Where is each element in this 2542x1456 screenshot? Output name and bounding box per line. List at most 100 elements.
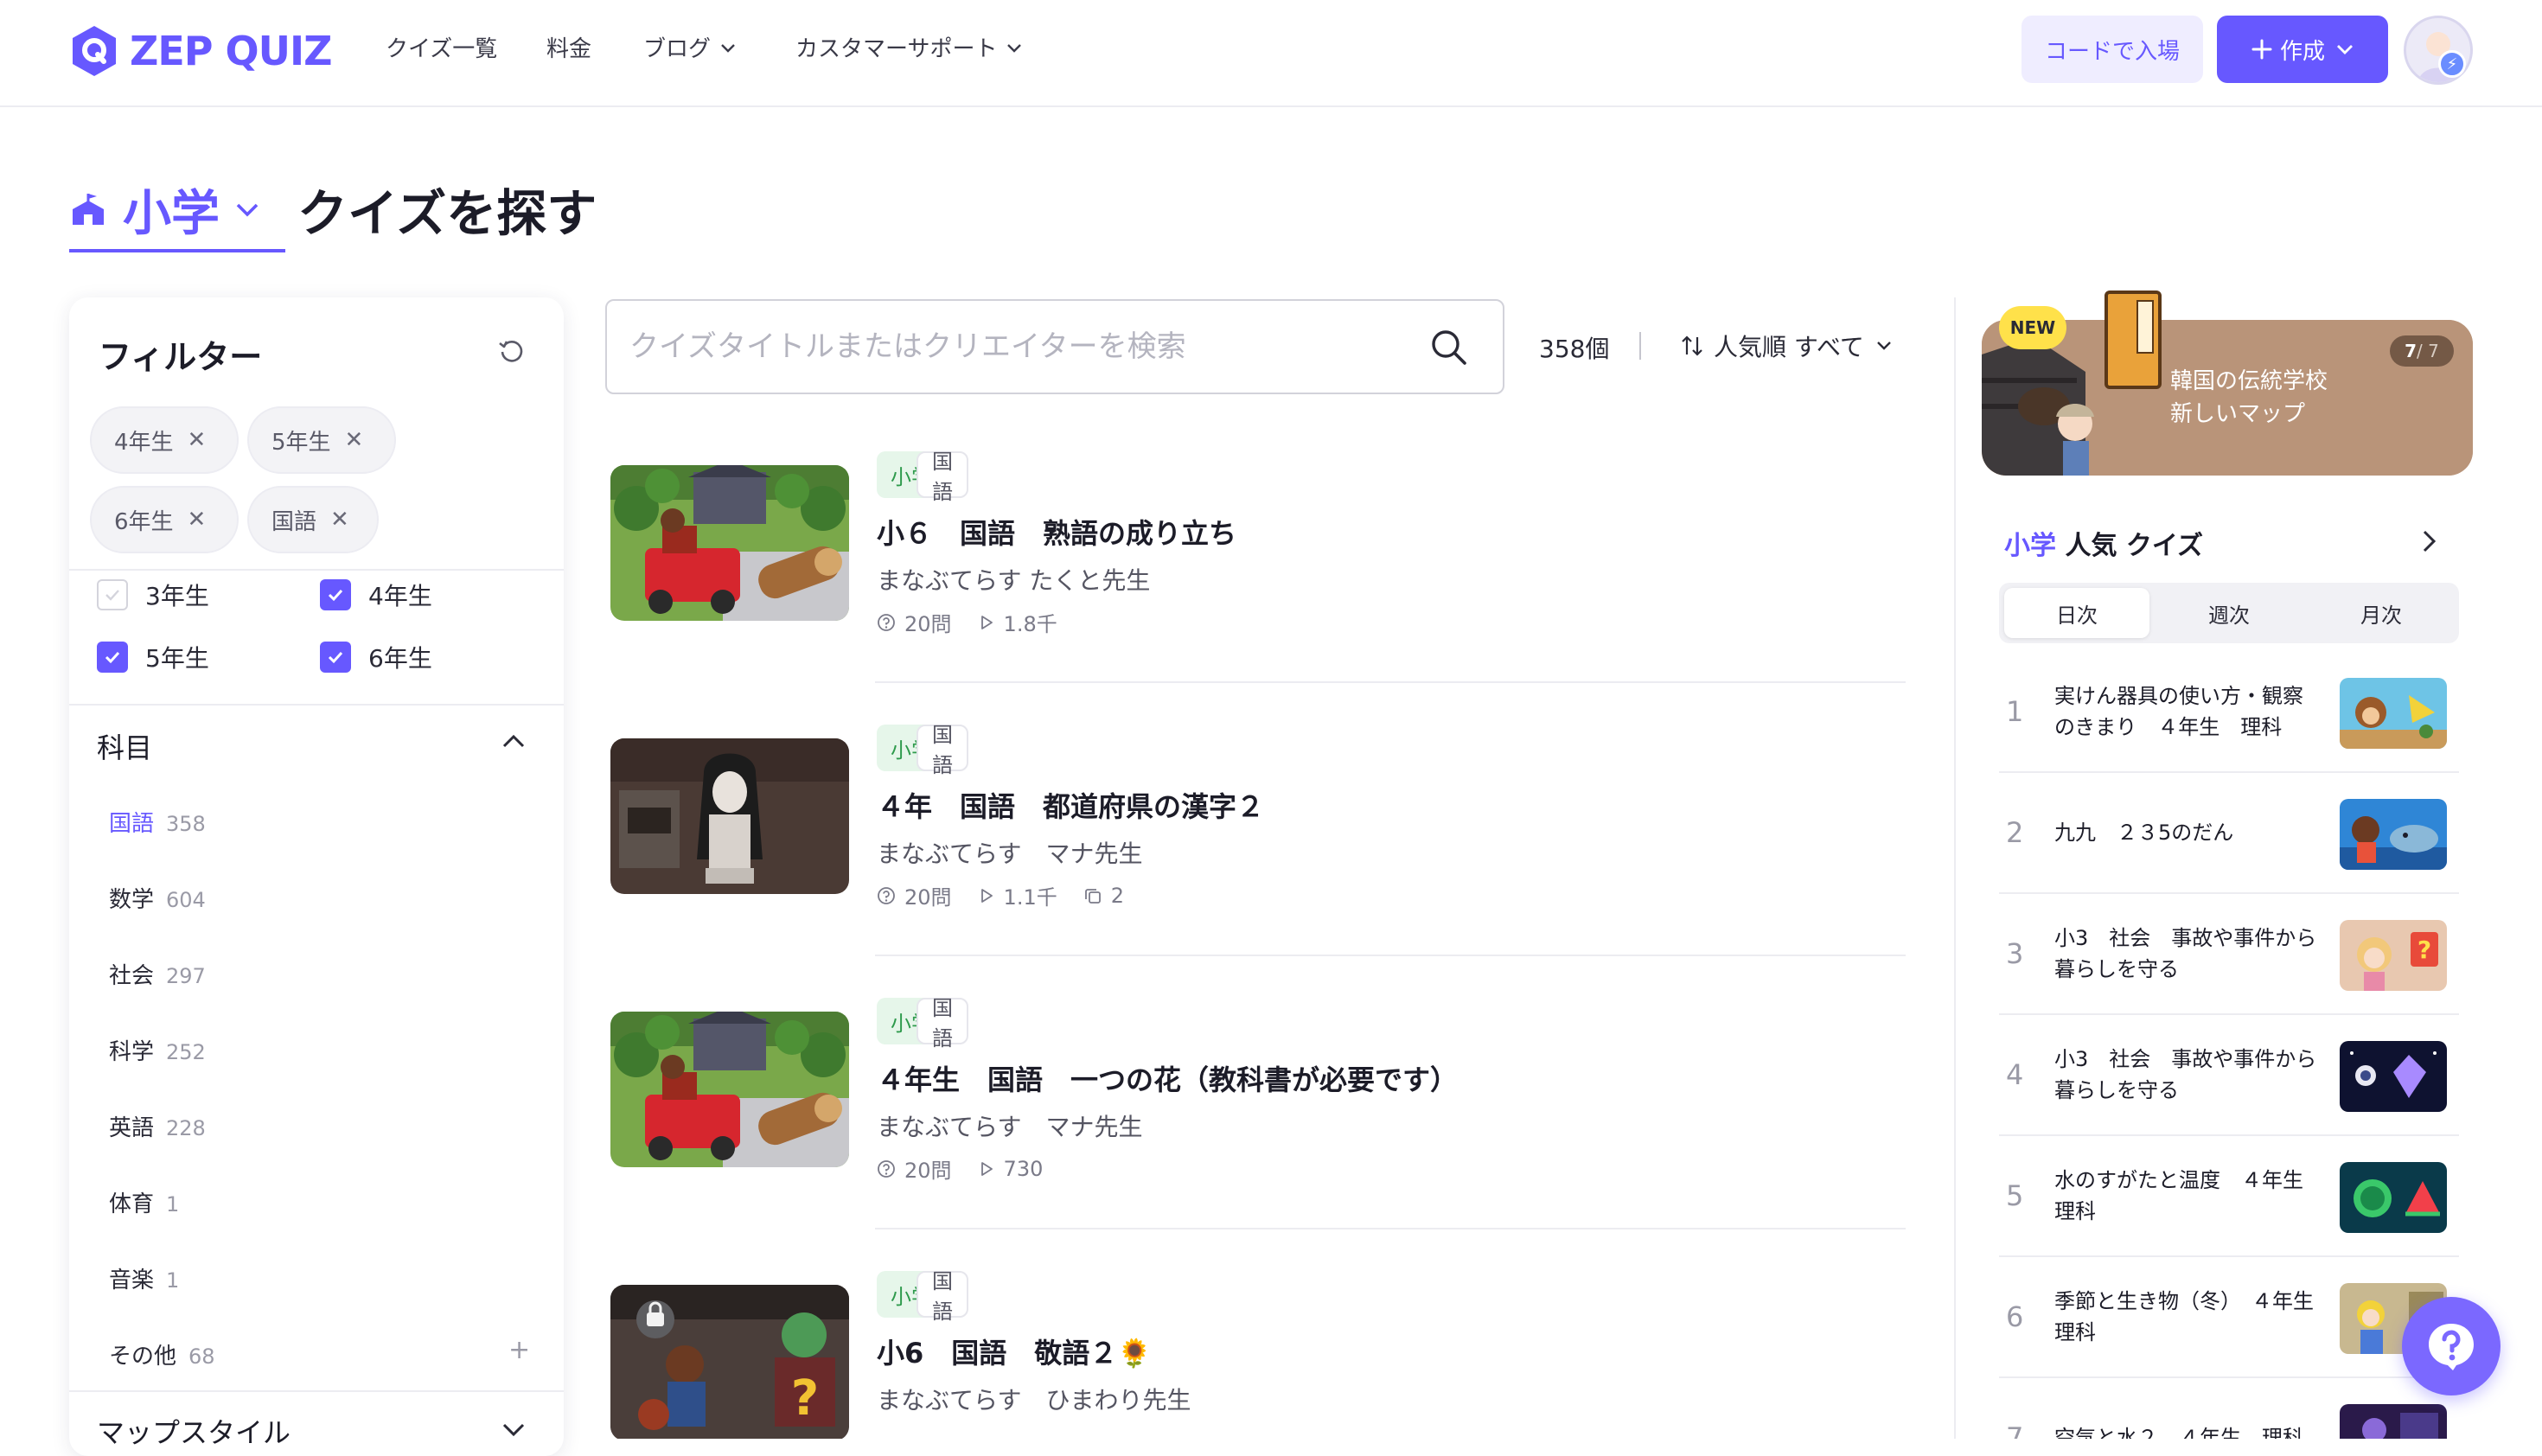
plus-icon — [2251, 39, 2272, 60]
question-count: 20問 — [877, 1153, 952, 1184]
filter-chip-label: 国語 — [271, 508, 317, 535]
subject-social[interactable]: 社会 297 — [109, 958, 206, 990]
rank-thumbnail — [2340, 678, 2447, 749]
ranking-item[interactable]: 4 小3 社会 事故や事件から暮らしを守る — [1999, 1015, 2459, 1134]
subject-japanese[interactable]: 国語 358 — [109, 806, 206, 838]
grade-selector-label: 小学 — [123, 185, 220, 242]
grade3-checkbox[interactable]: 3年生 — [97, 578, 209, 612]
user-avatar[interactable] — [2404, 16, 2473, 85]
quiz-thumbnail: ? — [610, 1285, 849, 1439]
chevron-down-icon — [2337, 45, 2353, 54]
ranking-period-tabs: 日次 週次 月次 — [1999, 583, 2459, 643]
quiz-title: 小6 国語 敬語２🌻 — [877, 1337, 1153, 1370]
remove-icon[interactable]: ✕ — [188, 507, 207, 533]
chevron-down-icon[interactable] — [500, 1420, 527, 1439]
chevron-up-icon[interactable] — [500, 731, 527, 750]
quiz-title: 小６ 国語 熟語の成り立ち — [877, 517, 1237, 550]
sort-dropdown[interactable]: 人気順 すべて — [1679, 329, 1894, 363]
filter-chip-japanese[interactable]: 国語 ✕ — [247, 486, 379, 553]
check-icon — [328, 589, 343, 602]
popular-title-text: 人気 クイズ — [2056, 531, 2203, 561]
watermelon-thumbnail-image — [2340, 1162, 2447, 1233]
question-icon — [878, 886, 895, 904]
subject-label: 数学 — [109, 887, 155, 913]
divider — [69, 1390, 564, 1392]
rank-number: 5 — [2006, 1179, 2024, 1212]
ranking-item[interactable]: 2 九九 ２３5のだん — [1999, 773, 2459, 892]
nav-quiz-list-label: クイズ一覧 — [386, 36, 498, 62]
nav-blog[interactable]: ブログ — [643, 31, 737, 63]
divider — [69, 704, 564, 706]
subject-count: 68 — [188, 1344, 215, 1369]
banner-text: 韓国の伝統学校 新しいマップ — [2170, 365, 2328, 431]
quiz-card[interactable]: ? 小学 6 国語 小6 国語 敬語２🌻 まなぶてらす ひまわり先生 — [610, 1271, 1906, 1439]
ranking-item[interactable]: 3 小3 社会 事故や事件から暮らしを守る ? — [1999, 894, 2459, 1013]
quiz-tags: 小学 4 国語 — [877, 996, 974, 1050]
search-icon[interactable] — [1428, 327, 1470, 368]
quiz-thumbnail — [610, 465, 849, 621]
rank-thumbnail — [2340, 1162, 2447, 1233]
remove-icon[interactable]: ✕ — [330, 507, 349, 533]
rank-number: 3 — [2006, 937, 2024, 970]
subject-count: 297 — [166, 964, 206, 988]
quiz-card[interactable]: 小学 6 国語 小６ 国語 熟語の成り立ち まなぶてらす たくと先生 20問 1… — [610, 450, 1906, 659]
new-map-banner[interactable]: NEW 韓国の伝統学校 新しいマップ 7 / 7 — [1982, 291, 2473, 476]
remove-icon[interactable]: ✕ — [188, 427, 207, 453]
rank-number: 7 — [2006, 1421, 2024, 1439]
subject-science[interactable]: 科学 252 — [109, 1034, 206, 1066]
quiz-card[interactable]: 小学 4 国語 ４年生 国語 一つの花（教科書が必要です） まなぶてらす マナ先… — [610, 996, 1906, 1205]
play-count: 1.8千 — [978, 607, 1057, 637]
subject-pe[interactable]: 体育 1 — [109, 1186, 179, 1218]
nav-pricing[interactable]: 料金 — [546, 31, 591, 63]
reset-icon[interactable] — [496, 335, 526, 365]
rank-title: 水のすがたと温度 ４年生 理科 — [2054, 1168, 2324, 1223]
create-button[interactable]: 作成 — [2217, 16, 2388, 83]
play-count-value: 730 — [1003, 1156, 1044, 1181]
tab-daily[interactable]: 日次 — [2004, 588, 2149, 638]
zep-quiz-logo[interactable]: ZEP QUIZ — [69, 22, 332, 80]
question-icon — [878, 1159, 895, 1178]
expand-other-icon[interactable]: + — [508, 1335, 530, 1365]
divider — [69, 569, 564, 571]
quiz-author: まなぶてらす たくと先生 — [877, 566, 1151, 595]
search-input[interactable] — [628, 301, 1406, 393]
grade6-checkbox[interactable]: 6年生 — [320, 640, 432, 674]
quiz-meta: 20問 1.1千 2 — [877, 880, 1150, 910]
nav-customer-support[interactable]: カスタマーサポート — [795, 31, 1023, 63]
filter-chip-grade4[interactable]: 4年生 ✕ — [90, 406, 239, 474]
thumbnail-soldier-image: ? — [610, 1285, 849, 1439]
nav-quiz-list[interactable]: クイズ一覧 — [386, 31, 497, 63]
grade5-checkbox[interactable]: 5年生 — [97, 640, 209, 674]
help-button[interactable] — [2402, 1297, 2500, 1395]
chevron-right-icon[interactable] — [2419, 527, 2438, 555]
play-count: 730 — [978, 1156, 1044, 1181]
tab-weekly[interactable]: 週次 — [2156, 588, 2302, 638]
tab-monthly[interactable]: 月次 — [2309, 588, 2454, 638]
subject-other[interactable]: その他 68 — [109, 1338, 215, 1370]
quiz-card[interactable]: 小学 4 国語 ４年 国語 都道府県の漢字２ まなぶてらす マナ先生 20問 1… — [610, 723, 1906, 932]
subject-english[interactable]: 英語 228 — [109, 1110, 206, 1142]
subject-music[interactable]: 音楽 1 — [109, 1262, 179, 1294]
svg-text:?: ? — [791, 1370, 819, 1427]
subject-math[interactable]: 数学 604 — [109, 882, 206, 914]
rank-number: 2 — [2006, 816, 2024, 849]
filter-chip-grade5[interactable]: 5年生 ✕ — [247, 406, 396, 474]
subject-label: その他 — [109, 1344, 177, 1370]
quiz-thumbnail — [610, 738, 849, 894]
ranking-item[interactable]: 7 空気と水２ ４年生 理科 — [1999, 1378, 2459, 1439]
thumbnail-truck-image — [610, 1012, 849, 1167]
ranking-item[interactable]: 1 実けん器具の使い方・観察のきまり ４年生 理科 — [1999, 652, 2459, 771]
checkbox-checked — [320, 579, 351, 610]
subject-label: 科学 — [109, 1039, 155, 1065]
enter-by-code-button[interactable]: コードで入場 — [2021, 16, 2203, 83]
filter-panel: フィルター 4年生 ✕ 5年生 ✕ 6年生 ✕ 国語 ✕ 3年生 4年生 5年生 — [69, 297, 564, 1456]
question-count-value: 20問 — [904, 612, 952, 636]
filter-chip-grade6[interactable]: 6年生 ✕ — [90, 486, 239, 553]
remove-icon[interactable]: ✕ — [345, 427, 364, 453]
play-icon — [980, 615, 993, 629]
grade4-checkbox[interactable]: 4年生 — [320, 578, 432, 612]
grade-selector[interactable]: 小学 — [69, 169, 285, 252]
ranking-item[interactable]: 6 季節と生き物（冬） ４年生 理科 — [1999, 1257, 2459, 1376]
subject-label: 音楽 — [109, 1268, 155, 1293]
ranking-item[interactable]: 5 水のすがたと温度 ４年生 理科 — [1999, 1136, 2459, 1255]
